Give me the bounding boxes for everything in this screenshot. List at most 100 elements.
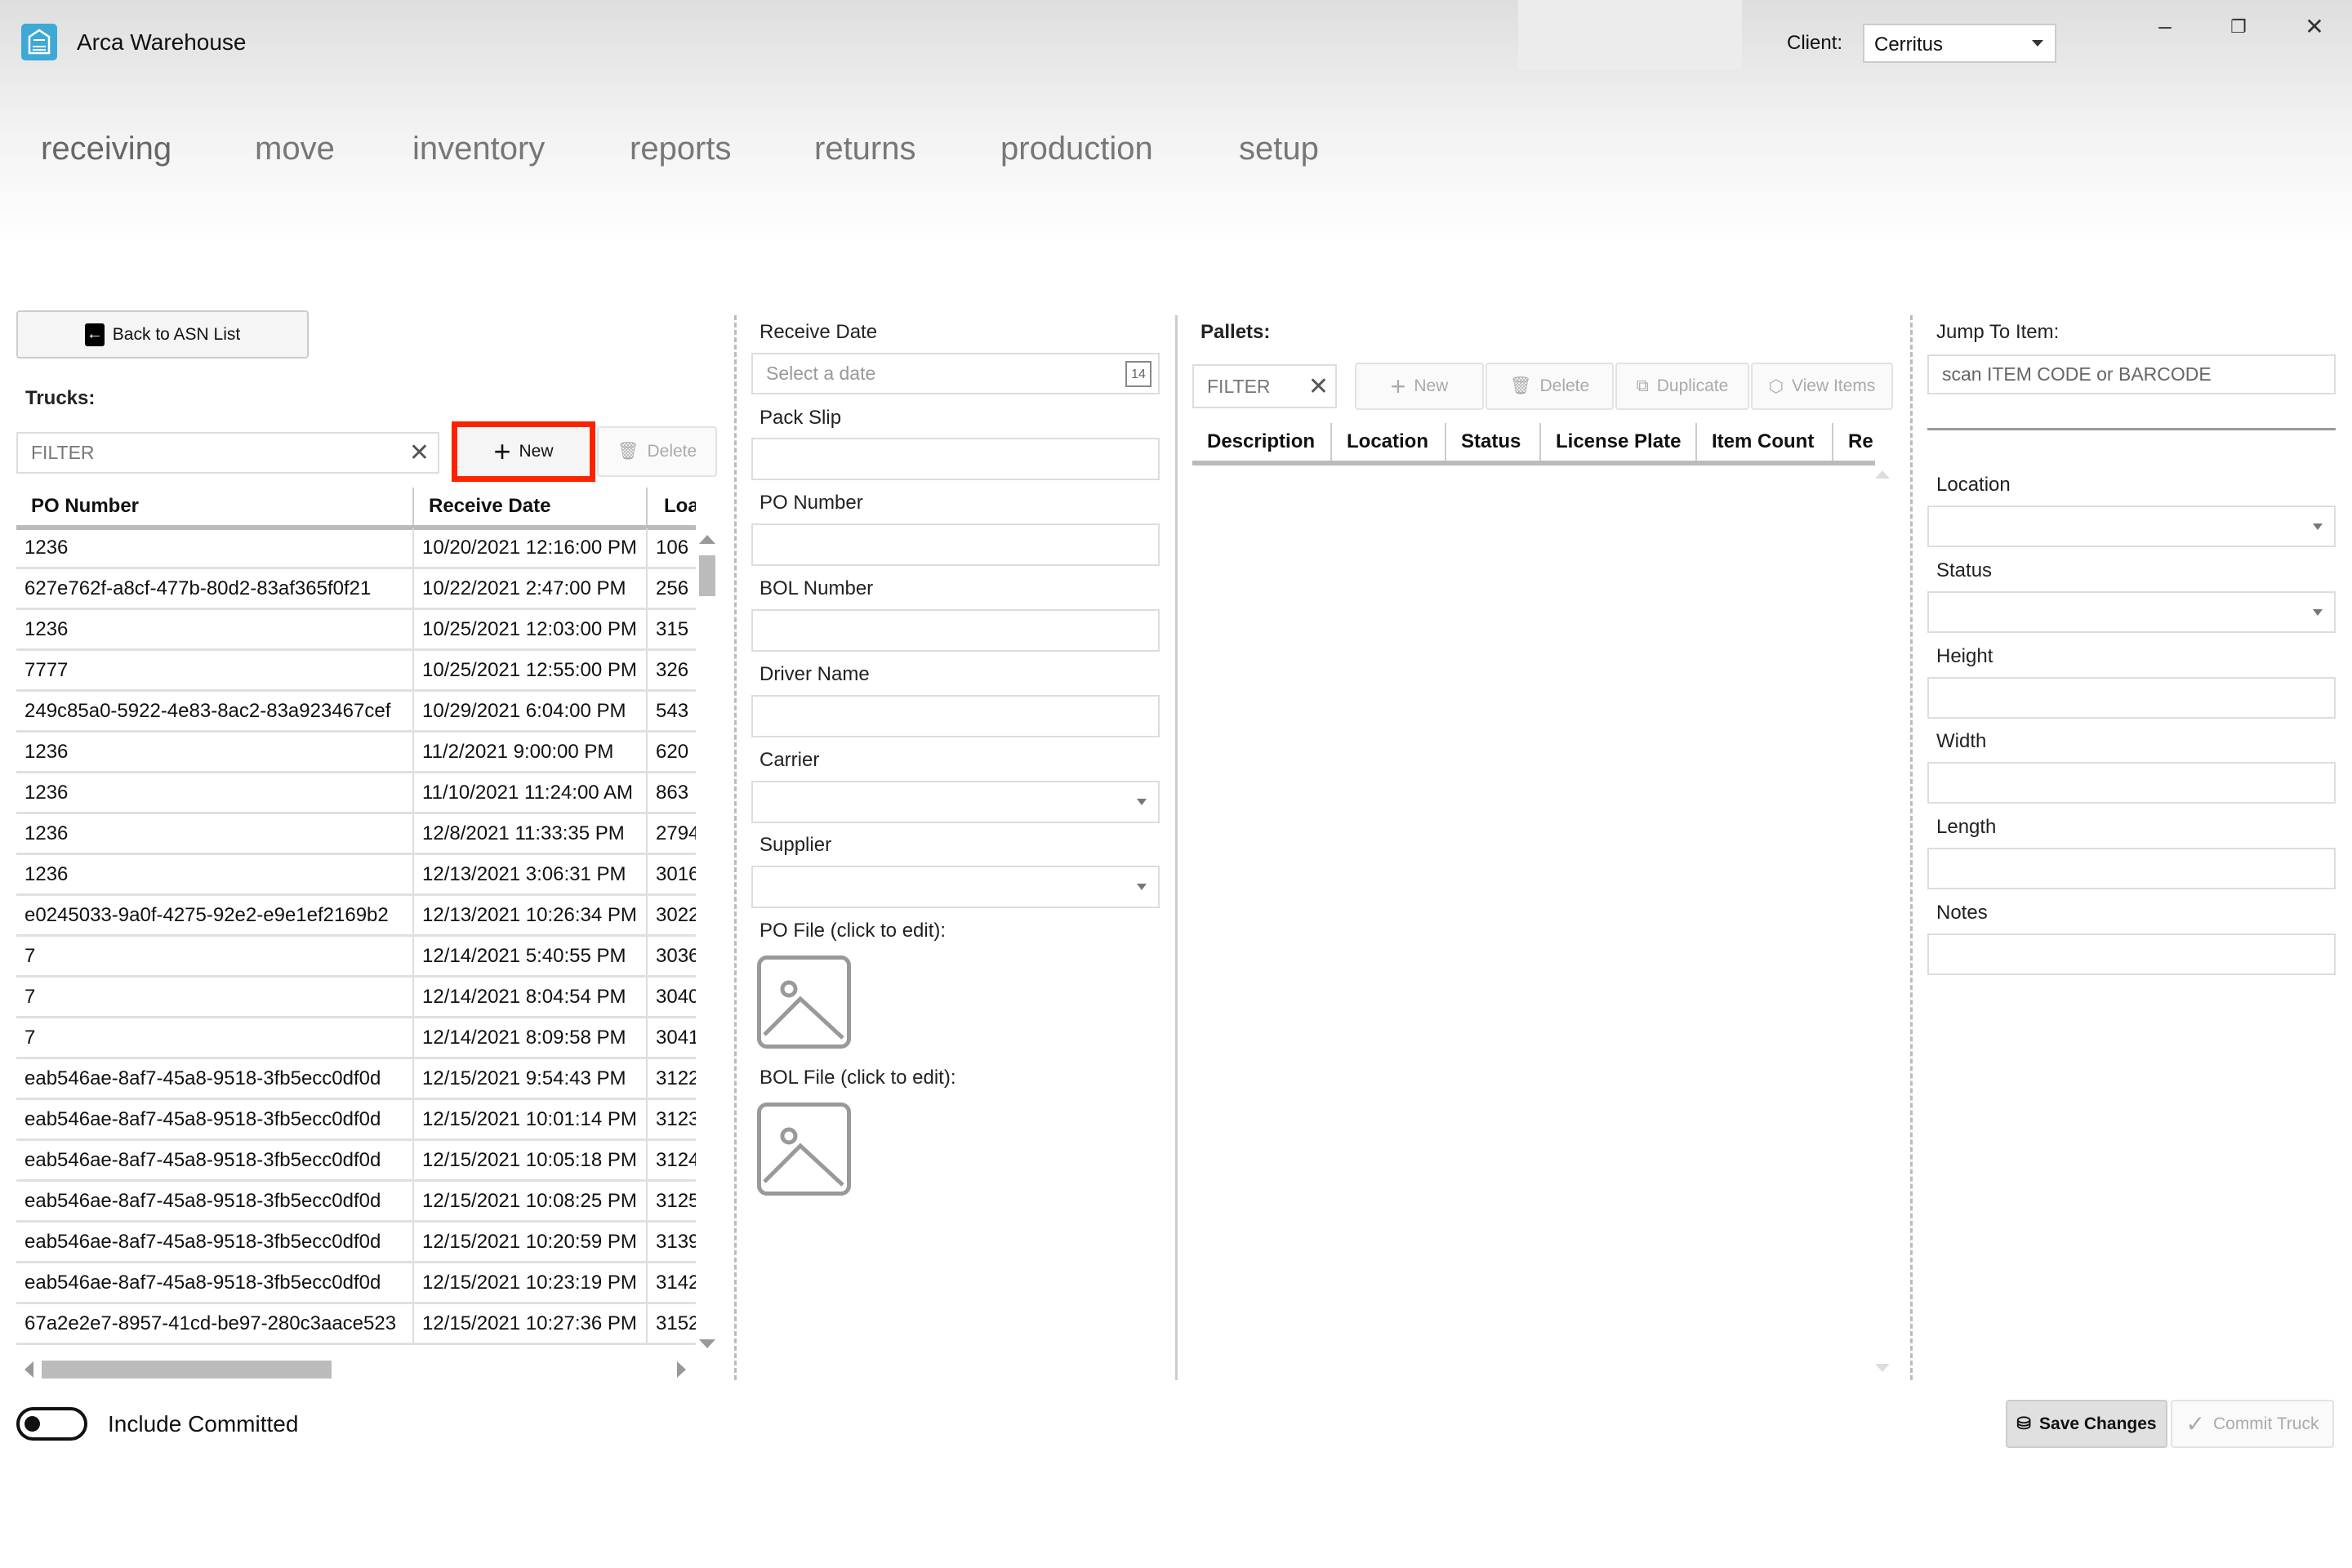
table-row[interactable]: 249c85a0-5922-4e83-8ac2-83a923467cef 10/2… [16,692,696,733]
back-to-asn-list-button[interactable]: ← Back to ASN List [16,310,309,359]
po-number-cell: 1236 [16,855,414,893]
commit-label: Commit Truck [2212,1414,2319,1433]
commit-truck-button[interactable]: ✓ Commit Truck [2171,1400,2334,1448]
trucks-filter-input[interactable]: FILTER ✕ [16,432,439,474]
nav-reports[interactable]: reports [630,131,732,167]
table-row[interactable]: 7 12/14/2021 5:40:55 PM 3036 [16,937,696,978]
col-load[interactable]: Loa [648,488,696,525]
scroll-down-icon[interactable] [1875,1364,1890,1372]
col-re[interactable]: Re [1833,423,1875,461]
table-row[interactable]: 627e762f-a8cf-477b-80d2-83af365f0f21 10/2… [16,569,696,610]
col-license-plate[interactable]: License Plate [1541,423,1697,461]
table-row[interactable]: 1236 12/13/2021 3:06:31 PM 3016 [16,855,696,896]
col-receive-date[interactable]: Receive Date [414,488,648,525]
restore-button[interactable]: ❐ [2222,16,2255,38]
status-select[interactable] [1927,591,2336,633]
include-committed-toggle[interactable] [16,1407,87,1441]
new-truck-button[interactable]: + New [452,421,595,482]
horizontal-scrollbar-thumb[interactable] [42,1361,332,1379]
box-icon: ⬡ [1768,376,1784,396]
new-pallet-button[interactable]: + New [1355,363,1484,410]
calendar-icon[interactable]: 14 [1125,361,1152,387]
delete-pallet-button[interactable]: 🗑 Delete [1486,363,1614,410]
pallets-filter-input[interactable]: FILTER ✕ [1192,364,1337,408]
col-location[interactable]: Location [1332,423,1446,461]
client-select[interactable]: Cerritus [1863,24,2056,63]
table-row[interactable]: 1236 11/2/2021 9:00:00 PM 620 [16,733,696,773]
jump-to-item-label: Jump To Item: [1936,321,2060,343]
col-item-count[interactable]: Item Count [1697,423,1833,461]
nav-returns[interactable]: returns [814,131,916,167]
load-cell: 3152 [656,1312,696,1334]
receive-date-picker[interactable]: Select a date 14 [751,353,1160,394]
po-number-input[interactable] [751,523,1160,566]
driver-name-input[interactable] [751,695,1160,737]
nav-move[interactable]: move [255,131,335,167]
supplier-select[interactable] [751,866,1160,908]
scroll-up-icon[interactable] [699,535,715,544]
bol-number-label: BOL Number [760,577,874,599]
minimize-button[interactable]: – [2149,13,2181,39]
trash-icon: 🗑 [1509,376,1532,395]
table-row[interactable]: 1236 11/10/2021 11:24:00 AM 863 [16,773,696,814]
table-row[interactable]: eab546ae-8af7-45a8-9518-3fb5ecc0df0d 12/1… [16,1223,696,1263]
table-row[interactable]: 7777 10/25/2021 12:55:00 PM 326 [16,651,696,692]
table-row[interactable]: 1236 12/8/2021 11:33:35 PM 2794 [16,814,696,855]
table-row[interactable]: eab546ae-8af7-45a8-9518-3fb5ecc0df0d 12/1… [16,1059,696,1100]
col-status[interactable]: Status [1446,423,1541,461]
table-row[interactable]: 1236 10/20/2021 12:16:00 PM 106 [16,528,696,569]
nav-inventory[interactable]: inventory [412,131,545,167]
table-row[interactable]: eab546ae-8af7-45a8-9518-3fb5ecc0df0d 12/1… [16,1263,696,1304]
trucks-table-header: PO Number Receive Date Loa [16,488,696,530]
scroll-left-icon[interactable] [24,1361,33,1378]
bol-number-input[interactable] [751,609,1160,652]
length-input[interactable] [1927,848,2336,889]
vertical-scrollbar-thumb[interactable] [699,555,715,596]
back-label: Back to ASN List [112,324,241,344]
pack-slip-input[interactable] [751,438,1160,480]
scroll-down-icon[interactable] [699,1339,715,1348]
po-number-cell: 627e762f-a8cf-477b-80d2-83af365f0f21 [16,569,414,608]
table-row[interactable]: 1236 10/25/2021 12:03:00 PM 315 [16,610,696,651]
close-button[interactable]: ✕ [2298,13,2331,40]
table-row[interactable]: e0245033-9a0f-4275-92e2-e9e1ef2169b2 12/1… [16,896,696,937]
delete-label: Delete [1539,376,1590,395]
duplicate-pallet-button[interactable]: ⧉ Duplicate [1615,363,1749,410]
pack-slip-label: Pack Slip [760,407,842,429]
receive-date-cell: 12/8/2021 11:33:35 PM [414,814,648,853]
table-row[interactable]: eab546ae-8af7-45a8-9518-3fb5ecc0df0d 12/1… [16,1141,696,1182]
po-number-cell: 1236 [16,610,414,648]
clear-icon[interactable]: ✕ [1308,372,1329,401]
col-po-number[interactable]: PO Number [16,488,414,525]
receive-date-cell: 10/22/2021 2:47:00 PM [414,569,648,608]
scroll-right-icon[interactable] [677,1361,686,1378]
delete-truck-button[interactable]: 🗑 Delete [597,426,717,477]
nav-receiving[interactable]: receiving [41,131,172,167]
col-description[interactable]: Description [1192,423,1332,461]
po-number-cell: eab546ae-8af7-45a8-9518-3fb5ecc0df0d [16,1141,414,1179]
nav-setup[interactable]: setup [1239,131,1319,167]
po-file-image-icon[interactable] [757,956,851,1049]
nav-production[interactable]: production [1000,131,1153,167]
jump-to-item-input[interactable]: scan ITEM CODE or BARCODE [1927,354,2336,394]
table-row[interactable]: 7 12/14/2021 8:09:58 PM 3041 [16,1018,696,1059]
table-row[interactable]: 67a2e2e7-8957-41cd-be97-280c3aace523 12/1… [16,1304,696,1345]
table-row[interactable]: 7 12/14/2021 8:04:54 PM 3040 [16,978,696,1018]
bol-file-image-icon[interactable] [757,1102,851,1196]
width-input[interactable] [1927,762,2336,804]
save-label: Save Changes [2039,1414,2157,1433]
date-placeholder: Select a date [766,363,876,384]
filter-placeholder: FILTER [1207,375,1271,397]
receive-date-cell: 12/15/2021 10:27:36 PM [414,1304,648,1343]
height-input[interactable] [1927,677,2336,719]
po-number-cell: eab546ae-8af7-45a8-9518-3fb5ecc0df0d [16,1263,414,1302]
location-select[interactable] [1927,506,2336,547]
table-row[interactable]: eab546ae-8af7-45a8-9518-3fb5ecc0df0d 12/1… [16,1182,696,1223]
table-row[interactable]: eab546ae-8af7-45a8-9518-3fb5ecc0df0d 12/1… [16,1100,696,1141]
clear-icon[interactable]: ✕ [409,439,430,467]
scroll-up-icon[interactable] [1875,470,1890,479]
notes-input[interactable] [1927,933,2336,975]
save-changes-button[interactable]: ⛁ Save Changes [2006,1400,2167,1448]
view-items-button[interactable]: ⬡ View Items [1751,363,1893,410]
carrier-select[interactable] [751,781,1160,823]
